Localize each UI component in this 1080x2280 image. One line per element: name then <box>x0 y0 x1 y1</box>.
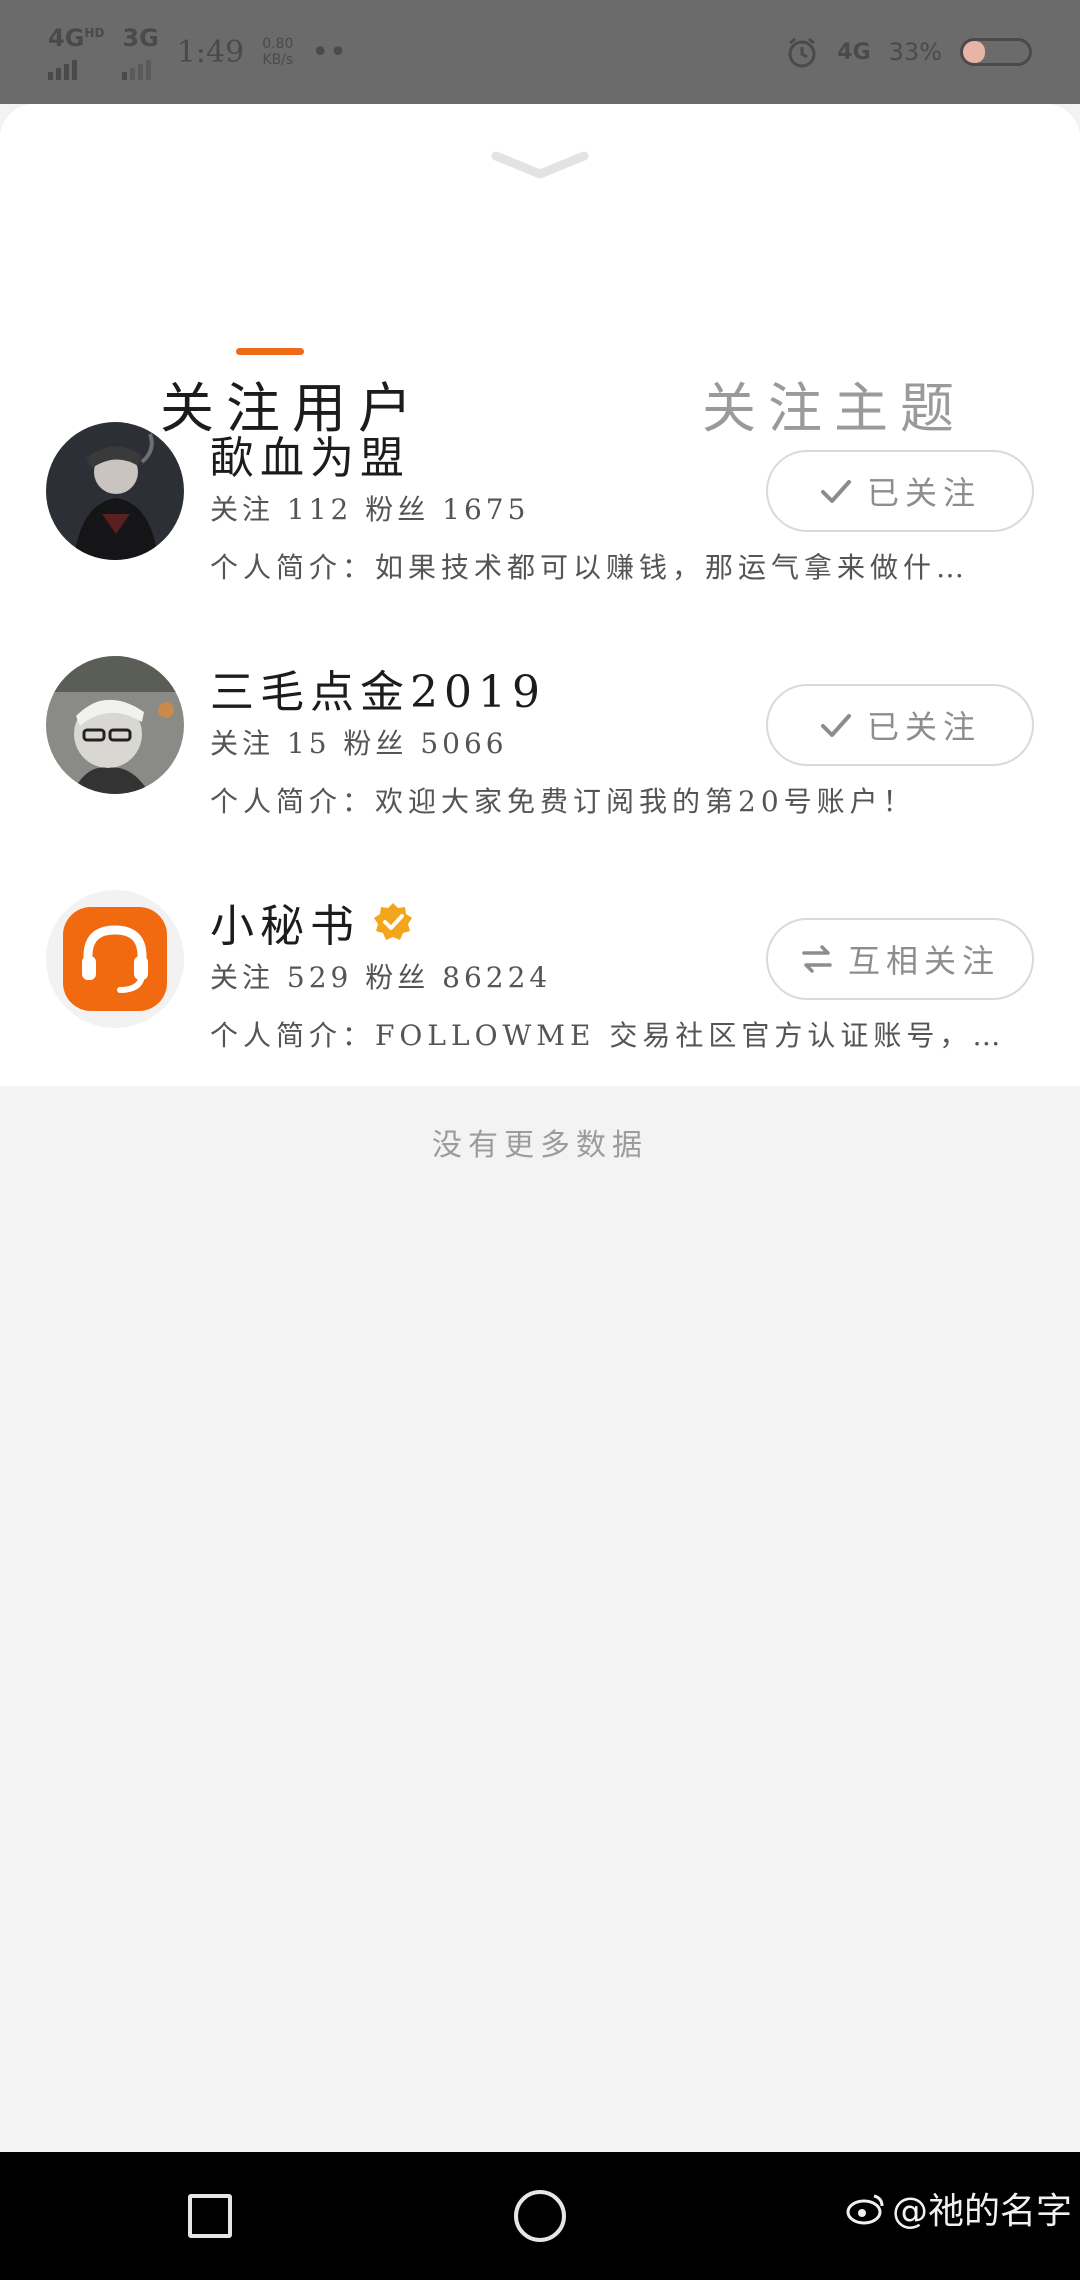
network-speed: 0.80 KB/s <box>262 36 294 68</box>
user-row[interactable]: 三毛点金2019 关注 15 粉丝 5066 个人简介：欢迎大家免费订阅我的第2… <box>0 656 1080 856</box>
recent-apps-icon[interactable] <box>188 2194 232 2238</box>
status-bar: 4GHD 3G 1:49 0.80 KB/s •• 4G 33% <box>0 0 1080 104</box>
right-network: 4G <box>837 39 871 65</box>
no-more-data-label: 没有更多数据 <box>432 1128 648 1163</box>
user-row[interactable]: 歃血为盟 关注 112 粉丝 1675 个人简介：如果技术都可以赚钱，那运气拿来… <box>0 422 1080 622</box>
signal-bars-icon <box>48 52 77 80</box>
status-left: 4GHD 3G 1:49 0.80 KB/s •• <box>48 24 347 80</box>
tab-bar: 关注用户 关注主题 <box>0 254 1080 440</box>
user-stats: 关注 15 粉丝 5066 <box>210 727 508 760</box>
weibo-logo-icon <box>846 2194 884 2225</box>
network-indicator-1: 4GHD <box>48 24 104 80</box>
verified-badge-icon <box>374 903 412 940</box>
system-nav-bar: @祂的名字 <box>0 2152 1080 2280</box>
user-bio: 个人简介：如果技术都可以赚钱，那运气拿来做什… <box>210 551 970 584</box>
check-icon <box>820 480 851 503</box>
collapse-chevron-icon[interactable] <box>490 146 590 186</box>
follow-list-sheet: 关注用户 关注主题 歃血为盟 关注 112 粉丝 1675 个人简介：如果技术都… <box>0 104 1080 1086</box>
user-name[interactable]: 三毛点金2019 <box>210 656 546 720</box>
user-stats: 关注 112 粉丝 1675 <box>210 493 530 526</box>
user-row[interactable]: 小秘书 关注 529 粉丝 86224 个人简介：FOLLOWME 交易社区官方… <box>0 890 1080 1090</box>
avatar[interactable] <box>46 890 184 1028</box>
home-icon[interactable] <box>514 2190 566 2242</box>
clock: 1:49 <box>176 34 245 70</box>
active-tab-indicator <box>236 348 304 355</box>
check-icon <box>820 714 851 737</box>
user-stats: 关注 529 粉丝 86224 <box>210 961 552 994</box>
user-name[interactable]: 歃血为盟 <box>210 422 410 486</box>
followed-button[interactable]: 已关注 <box>766 684 1034 766</box>
mutual-arrows-icon <box>802 945 832 973</box>
battery-icon <box>960 38 1032 66</box>
user-name[interactable]: 小秘书 <box>210 890 414 954</box>
notification-dots: •• <box>311 34 347 70</box>
mutual-follow-button[interactable]: 互相关注 <box>766 918 1034 1000</box>
battery-percent: 33% <box>888 38 942 66</box>
user-bio: 个人简介：欢迎大家免费订阅我的第20号账户！ <box>210 785 916 818</box>
avatar[interactable] <box>46 656 184 794</box>
followed-button[interactable]: 已关注 <box>766 450 1034 532</box>
signal-bars-icon <box>122 52 152 80</box>
avatar[interactable] <box>46 422 184 560</box>
alarm-icon <box>788 37 816 68</box>
network-indicator-2: 3G <box>122 24 159 80</box>
user-bio: 个人简介：FOLLOWME 交易社区官方认证账号，对 F… <box>210 1019 1010 1052</box>
status-right: 4G 33% <box>785 35 1032 69</box>
watermark: @祂的名字 <box>846 2182 1072 2234</box>
